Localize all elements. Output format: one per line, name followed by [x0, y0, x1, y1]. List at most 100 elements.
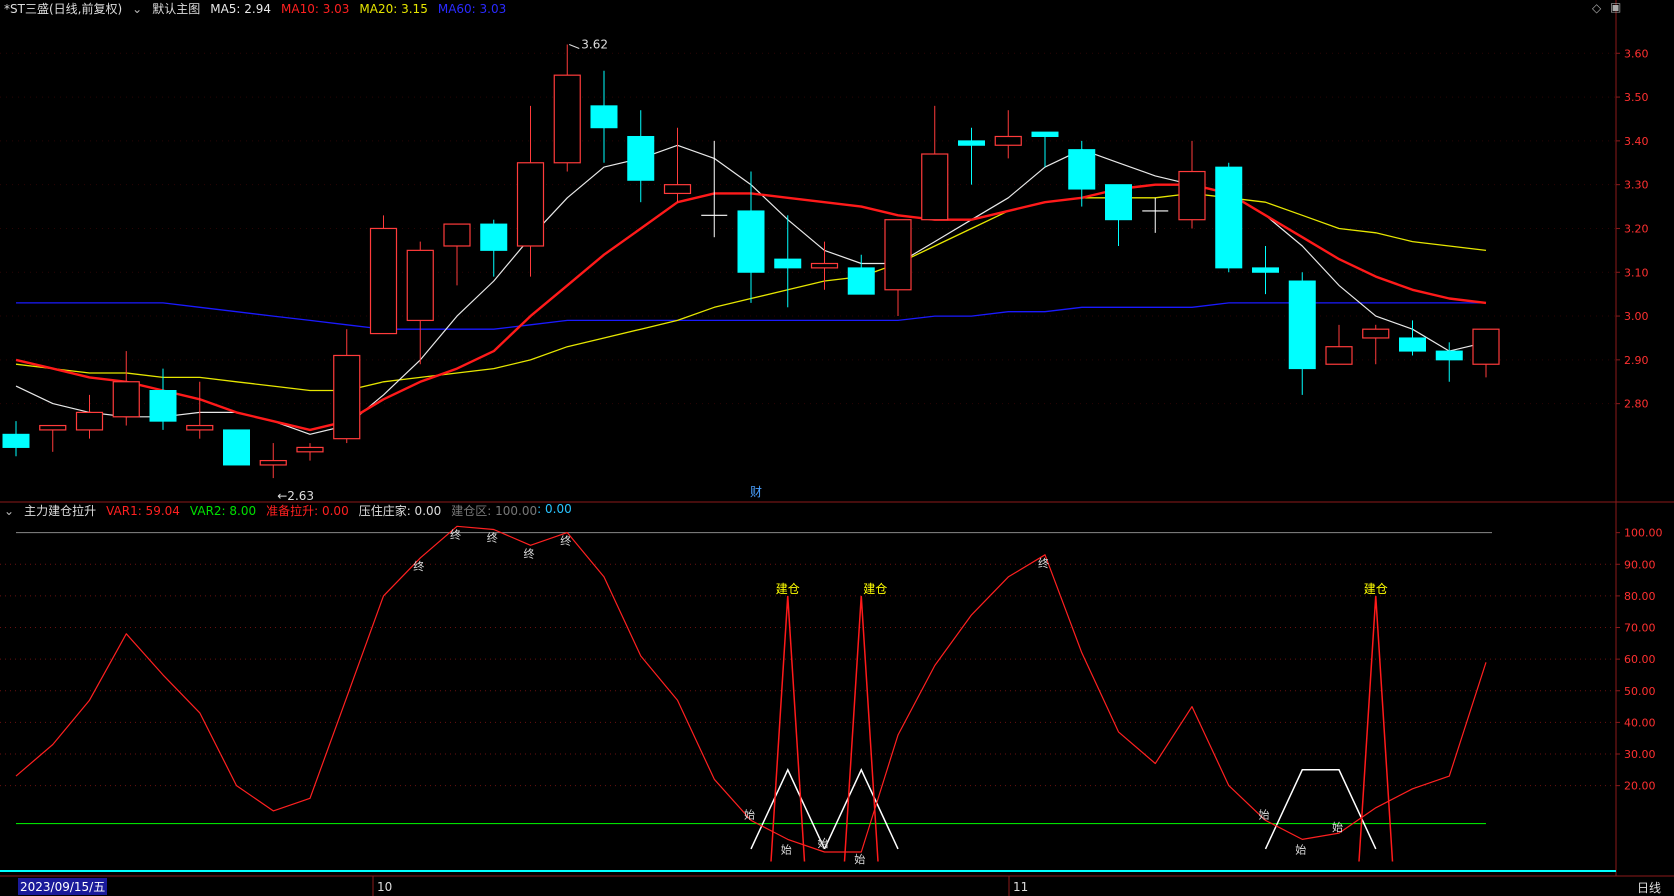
sub-tick-label: 100.00 [1624, 527, 1663, 540]
indicator-name[interactable]: 默认主图 [152, 0, 200, 17]
candle-body [1472, 328, 1500, 365]
sub-indicator-name[interactable]: 主力建仓拉升 [24, 502, 96, 519]
ma10-label: MA10: 3.03 [281, 1, 350, 16]
finance-marker: 财 [750, 485, 762, 499]
candle-body [627, 135, 655, 181]
candle-body [443, 223, 471, 247]
candle-body [847, 267, 875, 295]
shi-marker: 始 [818, 836, 829, 850]
price-tick-label: 3.10 [1624, 266, 1649, 279]
sub-tick-label: 60.00 [1624, 653, 1656, 666]
candle-body [1399, 337, 1426, 352]
candle-body [333, 354, 361, 440]
candle-body [994, 135, 1022, 146]
zhuli-shape [823, 768, 899, 850]
main-chart-header: *ST三盛(日线,前复权) ⌄ 默认主图 MA5: 2.94 MA10: 3.0… [4, 0, 506, 17]
high-marker-arrow [569, 44, 580, 49]
candle-body [1252, 267, 1279, 273]
lashen-spike [770, 595, 806, 862]
lashen-spike [1358, 595, 1394, 862]
candle-body [1288, 280, 1316, 370]
sub-indicator-dropdown-icon[interactable]: ⌄ [4, 504, 14, 518]
candle-body [406, 249, 434, 322]
zhong-marker: 终 [413, 559, 424, 573]
candle-body [884, 219, 912, 291]
candle-body [958, 140, 985, 146]
candle-body [590, 105, 618, 129]
zhong-marker: 终 [524, 546, 535, 560]
shi-marker: 始 [1295, 842, 1306, 856]
price-tick-label: 3.40 [1624, 135, 1649, 148]
shi-marker: 始 [854, 852, 865, 866]
candle-body [2, 433, 30, 448]
candle-body [75, 411, 104, 431]
zhong-marker: 终 [560, 534, 571, 548]
zhong-marker: 终 [450, 527, 461, 541]
price-tick-label: 3.50 [1624, 91, 1649, 104]
candle-body [480, 223, 508, 251]
month-label: 11 [1013, 880, 1028, 894]
candle-body [1105, 184, 1132, 221]
sub-tick-label: 30.00 [1624, 748, 1656, 761]
candle-body [663, 184, 692, 195]
ma60-label: MA60: 3.03 [437, 1, 507, 16]
indicator-dropdown-icon[interactable]: ⌄ [132, 2, 142, 16]
price-tick-label: 3.00 [1624, 310, 1649, 323]
sub-tick-label: 90.00 [1624, 558, 1656, 571]
sub-tick-label: 70.00 [1624, 622, 1656, 635]
sub-tick-label: 40.00 [1624, 716, 1656, 729]
price-tick-label: 3.60 [1624, 47, 1649, 60]
shi-marker: 始 [1259, 807, 1270, 821]
candle-body [186, 424, 214, 431]
price-tick-label: 2.80 [1624, 398, 1649, 411]
candle-body [259, 459, 287, 466]
var1-line [15, 525, 1487, 853]
zhong-marker: 终 [1038, 556, 1049, 570]
candle-body [516, 162, 545, 247]
month-label: 10 [377, 880, 392, 894]
lashen-label: 准备拉升: 0.00 [266, 504, 349, 518]
candle-body [149, 390, 177, 422]
candle-body [112, 381, 140, 418]
candle-body [553, 74, 581, 164]
candle-body [774, 258, 802, 269]
diamond-icon[interactable]: ◇ [1592, 1, 1601, 15]
sub-tick-label: 50.00 [1624, 685, 1656, 698]
candle-body [1068, 149, 1096, 190]
jiancang-value-label: : 0.00 [537, 502, 572, 516]
stock-chart: 3.60 3.50 3.40 3.30 3.20 3.10 3.00 2.90 2.80 100.… [0, 0, 1674, 896]
cursor-date: 2023/09/15/五 [18, 878, 108, 895]
lashen-spike [843, 595, 879, 862]
zhong-marker: 终 [487, 530, 498, 544]
price-tick-label: 3.20 [1624, 222, 1649, 235]
candle-body [1178, 170, 1206, 221]
sub-tick-label: 80.00 [1624, 590, 1656, 603]
price-tick-label: 2.90 [1624, 354, 1649, 367]
candle-body [1325, 346, 1353, 365]
sub-chart-header: ⌄ 主力建仓拉升 VAR1: 59.04 VAR2: 8.00 准备拉升: 0.… [4, 502, 572, 519]
candle-body [1435, 350, 1463, 361]
candle-body [1031, 131, 1059, 137]
jiancang-zone-label: 建仓区: 100.00 [451, 504, 538, 518]
sub-tick-label: 20.00 [1624, 780, 1656, 793]
candle-body [810, 262, 839, 269]
low-marker-label: ←2.63 [277, 489, 314, 503]
jiancang-marker: 建仓 [863, 582, 887, 596]
jiancang-marker: 建仓 [776, 582, 800, 596]
var1-label: VAR1: 59.04 [106, 503, 180, 518]
panel-toggle-icon[interactable]: ▣ [1610, 0, 1621, 14]
shi-marker: 始 [781, 842, 792, 856]
candle-body [737, 210, 765, 273]
ma20-label: MA20: 3.15 [359, 1, 428, 16]
candle-body [39, 424, 67, 431]
period-label[interactable]: 日线 [1637, 879, 1661, 896]
candle-body [921, 153, 949, 221]
zhuli-shape [1264, 769, 1377, 850]
price-tick-label: 3.30 [1624, 179, 1649, 192]
symbol-title[interactable]: *ST三盛(日线,前复权) [4, 0, 122, 17]
candle-body [1215, 166, 1243, 269]
shi-marker: 始 [744, 807, 755, 821]
var2-label: VAR2: 8.00 [189, 503, 257, 518]
candle-body [223, 429, 250, 466]
yazhu-label: 压住庄家: 0.00 [358, 504, 442, 518]
